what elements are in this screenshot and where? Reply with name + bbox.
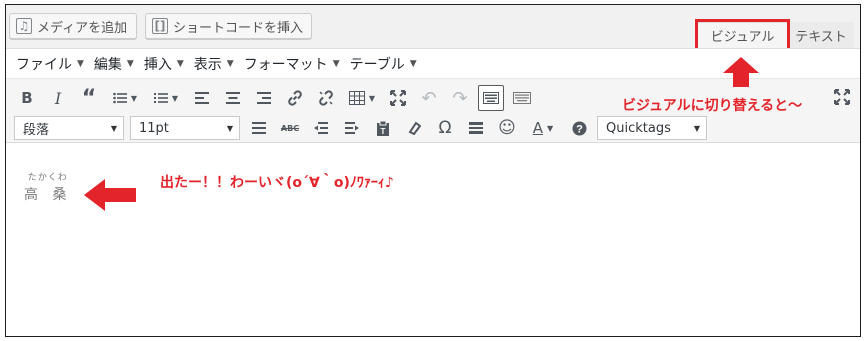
menu-format-label: フォーマット: [243, 56, 328, 73]
shortcode-icon: []: [152, 18, 168, 34]
numbered-list-icon[interactable]: ▼: [148, 85, 184, 111]
quicktags-select[interactable]: Quicktags ▼: [597, 116, 707, 140]
ruby-base: 高 桑: [24, 187, 72, 203]
unlink-icon[interactable]: [313, 85, 339, 111]
menu-table-label: テーブル: [349, 56, 405, 73]
add-media-label: メディアを追加: [37, 20, 128, 36]
chevron-down-icon: ▼: [226, 123, 233, 133]
svg-text:?: ?: [576, 123, 583, 135]
horizontal-rule-icon[interactable]: [463, 115, 489, 141]
toolbar-toggle-icon[interactable]: [478, 85, 504, 111]
align-right-icon[interactable]: [251, 85, 277, 111]
paragraph-select-value: 段落: [23, 122, 50, 138]
chevron-down-icon: ▼: [409, 58, 417, 69]
menu-insert[interactable]: 挿入 ▼: [144, 54, 184, 74]
menu-view[interactable]: 表示 ▼: [194, 54, 234, 74]
align-center-icon[interactable]: [220, 85, 246, 111]
indent-icon[interactable]: [339, 115, 365, 141]
chevron-down-icon: ▼: [226, 58, 234, 69]
justify-icon[interactable]: [246, 115, 272, 141]
link-icon[interactable]: [282, 85, 308, 111]
italic-icon[interactable]: I: [45, 85, 71, 111]
emoji-icon[interactable]: ☺: [494, 115, 520, 141]
align-left-icon[interactable]: [189, 85, 215, 111]
toolbar-row-1: B I “ ▼ ▼ ▼ ↶ ↷: [14, 84, 540, 112]
chevron-down-icon: ▼: [176, 58, 184, 69]
table-icon[interactable]: ▼: [344, 85, 380, 111]
arrow-left-annotation: [84, 179, 136, 211]
insert-shortcode-button[interactable]: [] ショートコードを挿入: [145, 13, 312, 39]
omega-icon[interactable]: Ω: [432, 115, 458, 141]
ruby-reading: たかくわ: [27, 173, 68, 183]
editor-header: ♫ メディアを追加 [] ショートコードを挿入 ビジュアル テキスト: [6, 5, 860, 51]
menu-file[interactable]: ファイル ▼: [16, 54, 84, 74]
menu-edit-label: 編集: [93, 56, 122, 73]
chevron-down-icon: ▼: [332, 58, 340, 69]
menu-insert-label: 挿入: [143, 56, 172, 73]
font-size-select-value: 11pt: [139, 120, 169, 136]
paste-text-icon[interactable]: T: [370, 115, 396, 141]
toggle-annotation-text: ビジュアルに切り替えると～: [622, 98, 803, 114]
menu-edit[interactable]: 編集 ▼: [94, 54, 134, 74]
result-annotation-text: 出たー！！わーいヾ(o´∀｀o)ﾉﾜｧｰｨ♪: [160, 175, 394, 191]
chevron-down-icon: ▼: [126, 58, 134, 69]
menu-table[interactable]: テーブル ▼: [350, 54, 417, 74]
media-icon: ♫: [16, 18, 32, 34]
ruby-text: たかくわ 高 桑: [24, 170, 71, 204]
tab-text[interactable]: テキスト: [788, 22, 854, 48]
editor-content-area[interactable]: たかくわ 高 桑: [6, 144, 860, 336]
outdent-icon[interactable]: [308, 115, 334, 141]
redo-icon[interactable]: ↷: [447, 85, 473, 111]
text-color-icon[interactable]: A ▼: [525, 115, 561, 141]
bold-icon[interactable]: B: [14, 85, 40, 111]
arrow-up-annotation: [723, 57, 759, 87]
bullet-list-icon[interactable]: ▼: [107, 85, 143, 111]
blockquote-icon[interactable]: “: [76, 85, 102, 111]
help-icon[interactable]: ?: [566, 115, 592, 141]
quicktags-select-value: Quicktags: [606, 120, 671, 136]
menu-format[interactable]: フォーマット ▼: [244, 54, 340, 74]
chevron-down-icon: ▼: [77, 58, 84, 69]
keyboard-icon[interactable]: [509, 85, 535, 111]
undo-icon[interactable]: ↶: [416, 85, 442, 111]
strikethrough-icon[interactable]: ABC: [277, 115, 303, 141]
menu-file-label: ファイル: [16, 56, 72, 73]
insert-shortcode-label: ショートコードを挿入: [173, 20, 304, 36]
tab-text-label: テキスト: [795, 29, 847, 45]
expand-icon[interactable]: [385, 85, 411, 111]
chevron-down-icon: ▼: [110, 123, 117, 133]
font-size-select[interactable]: 11pt ▼: [130, 116, 240, 140]
visual-tab-highlight: [695, 19, 790, 51]
add-media-button[interactable]: ♫ メディアを追加: [9, 13, 137, 39]
menu-view-label: 表示: [193, 56, 222, 73]
fullscreen-icon[interactable]: [834, 89, 850, 109]
editor-frame: ♫ メディアを追加 [] ショートコードを挿入 ビジュアル テキスト ファイル ▼…: [5, 4, 861, 337]
eraser-icon[interactable]: [401, 115, 427, 141]
chevron-down-icon: ▼: [693, 123, 700, 133]
toolbar-row-2: 段落 ▼ 11pt ▼ ABC T Ω ☺ A ▼ ? Quicktags ▼: [14, 114, 713, 142]
svg-text:T: T: [381, 127, 386, 136]
paragraph-select[interactable]: 段落 ▼: [14, 116, 124, 140]
